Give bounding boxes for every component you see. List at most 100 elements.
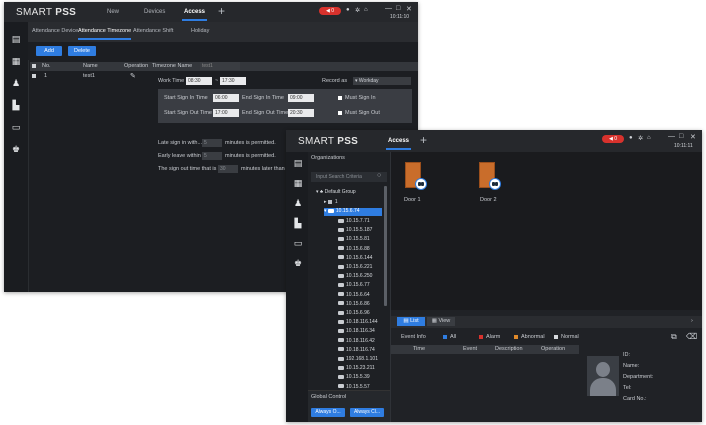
subtab-attendance-timezone[interactable]: Attendance Timezone — [78, 28, 132, 40]
add-tab-button[interactable]: + — [218, 4, 225, 18]
late-minutes-input[interactable]: 5 — [202, 139, 222, 147]
device-list: 10.15.7.71 10.15.5.187 10.15.5.81 10.15.6.8… — [338, 218, 388, 408]
device-icon — [338, 301, 344, 306]
work-time-start-input[interactable]: 08:30 — [186, 77, 212, 85]
tree-device-item[interactable]: 10.15.6.88 — [338, 246, 370, 252]
tree-device-item[interactable]: 10.15.6.86 — [338, 301, 370, 307]
tree-device-item[interactable]: 10.15.23.211 — [338, 365, 375, 371]
calendar-icon[interactable]: ▭ — [293, 238, 303, 248]
person-icon[interactable]: ♟ — [293, 198, 303, 208]
dashboard-icon[interactable]: ▤ — [11, 34, 21, 44]
must-signin-checkbox[interactable]: Must Sign In — [338, 95, 376, 101]
maximize-button[interactable]: □ — [679, 133, 683, 140]
tree-device-item[interactable]: 10.15.6.221 — [338, 264, 372, 270]
tree-device-item[interactable]: 10.18.116.74 — [338, 347, 375, 353]
calendar-icon[interactable]: ▭ — [11, 122, 21, 132]
device-icon[interactable]: ▦ — [293, 178, 303, 188]
user-settings-icon[interactable]: ♚ — [293, 258, 303, 268]
tree-device-item[interactable]: 192.168.1.101 — [338, 356, 378, 362]
filter-normal[interactable]: Normal — [554, 334, 579, 340]
search-icon[interactable]: ○ — [377, 172, 381, 179]
alarm-badge[interactable]: ◀ 0 — [602, 135, 624, 143]
tab-view[interactable]: ▦ View — [427, 317, 455, 326]
close-button[interactable]: ✕ — [406, 5, 412, 13]
tab-list[interactable]: ▤ List — [397, 317, 425, 326]
device-icon — [338, 237, 344, 242]
search-box[interactable]: Input Search Criteria ○ — [311, 172, 387, 182]
add-tab-button[interactable]: + — [420, 133, 427, 147]
tree-device-item[interactable]: 10.18.116.42 — [338, 338, 375, 344]
always-close-button[interactable]: Always Cl... — [350, 408, 384, 417]
tree-device-item[interactable]: 10.15.6.64 — [338, 292, 370, 298]
gear-icon[interactable]: ✲ — [638, 135, 643, 142]
dashboard-icon[interactable]: ▤ — [293, 158, 303, 168]
start-signout-input[interactable]: 17:00 — [213, 109, 239, 117]
minimize-button[interactable]: — — [668, 133, 675, 140]
subtab-attendance-shift[interactable]: Attendance Shift — [133, 28, 173, 34]
end-signout-input[interactable]: 20:30 — [288, 109, 314, 117]
gear-icon[interactable]: ✲ — [355, 7, 360, 14]
subtab-bar: Attendance Device Attendance Timezone At… — [28, 22, 418, 42]
tree-device-item[interactable]: 10.18.116.144 — [338, 319, 378, 325]
subtab-attendance-device[interactable]: Attendance Device — [32, 28, 78, 34]
tab-new[interactable]: New — [107, 9, 119, 15]
early-minutes-input[interactable]: 5 — [202, 152, 222, 160]
tree-device-item[interactable]: 10.15.6.77 — [338, 282, 370, 288]
tab-devices[interactable]: Devices — [144, 9, 165, 15]
tree-device-item[interactable]: 10.15.6.144 — [338, 255, 372, 261]
device-icon[interactable]: ▦ — [11, 56, 21, 66]
tree-device-item[interactable]: 10.15.5.187 — [338, 227, 372, 233]
app-brand: SMART PSS — [298, 136, 359, 147]
start-signin-input[interactable]: 06:00 — [213, 94, 239, 102]
delete-button[interactable]: Delete — [68, 46, 96, 56]
building-icon[interactable]: ▙ — [11, 100, 21, 110]
filter-all[interactable]: All — [443, 334, 456, 340]
signout-minutes-input[interactable]: 30 — [218, 165, 238, 173]
tree-device-item[interactable]: 10.15.5.81 — [338, 236, 370, 242]
alarm-badge[interactable]: ◀ 0 — [319, 7, 341, 15]
record-as-select[interactable]: ▾ Workday — [353, 77, 411, 85]
lock-icon[interactable]: ⌂ — [364, 7, 368, 13]
close-button[interactable]: ✕ — [690, 133, 696, 141]
organizations-panel: Organizations Input Search Criteria ○ ▾ … — [308, 152, 391, 422]
filter-abnormal[interactable]: Abnormal — [514, 334, 545, 340]
minimize-button[interactable]: — — [385, 5, 392, 12]
add-button[interactable]: Add — [36, 46, 62, 56]
user-settings-icon[interactable]: ♚ — [11, 144, 21, 154]
building-icon[interactable]: ▙ — [293, 218, 303, 228]
timezone-name-input[interactable]: test1 — [200, 62, 240, 70]
subtab-holiday[interactable]: Holiday — [191, 28, 209, 34]
delete-icon[interactable]: ⌫ — [686, 332, 697, 341]
table-row[interactable]: 1 test1 ✎ — [30, 72, 150, 81]
work-time-end-input[interactable]: 17:30 — [220, 77, 246, 85]
lock-icon[interactable]: ⌂ — [647, 135, 651, 141]
collapse-arrow-icon[interactable]: › — [691, 318, 693, 324]
end-signin-input[interactable]: 09:00 — [288, 94, 314, 102]
tab-access[interactable]: Access — [385, 138, 412, 150]
tree-device-item[interactable]: 10.15.5.39 — [338, 374, 370, 380]
camera-badge-icon — [489, 178, 501, 190]
tree-default-group[interactable]: ▾ ♣ Default Group — [316, 189, 356, 195]
tab-access[interactable]: Access — [181, 9, 208, 21]
tree-device-item[interactable]: 10.15.7.71 — [338, 218, 370, 224]
clock: 10:11:10 — [390, 14, 410, 20]
tree-device-item[interactable]: 10.18.116.34 — [338, 328, 375, 334]
export-icon[interactable]: ⧉ — [671, 332, 677, 342]
user-icon[interactable]: ● — [629, 135, 633, 141]
tree-scrollbar[interactable] — [384, 186, 387, 306]
always-open-button[interactable]: Always O... — [311, 408, 345, 417]
maximize-button[interactable]: □ — [396, 5, 400, 12]
tree-group-1[interactable]: ▸ 1 — [324, 199, 338, 205]
tree-device-item[interactable]: 10.15.6.96 — [338, 310, 370, 316]
tree-selected-device[interactable]: ▾ 10.15.6.74 — [324, 208, 382, 216]
tree-device-item[interactable]: 10.15.5.57 — [338, 384, 370, 390]
must-signout-checkbox[interactable]: Must Sign Out — [338, 110, 380, 116]
person-icon[interactable]: ♟ — [11, 78, 21, 88]
group-icon: ♣ — [319, 189, 324, 195]
event-table-header: Time Event Description Operation — [391, 345, 579, 354]
edit-icon[interactable]: ✎ — [130, 72, 136, 80]
tree-device-item[interactable]: 10.15.6.250 — [338, 273, 372, 279]
filter-alarm[interactable]: Alarm — [479, 334, 500, 340]
front-window: SMART PSS Access + ◀ 0 ● ✲ ⌂ — □ ✕ 10:11… — [286, 130, 702, 422]
user-icon[interactable]: ● — [346, 7, 350, 13]
